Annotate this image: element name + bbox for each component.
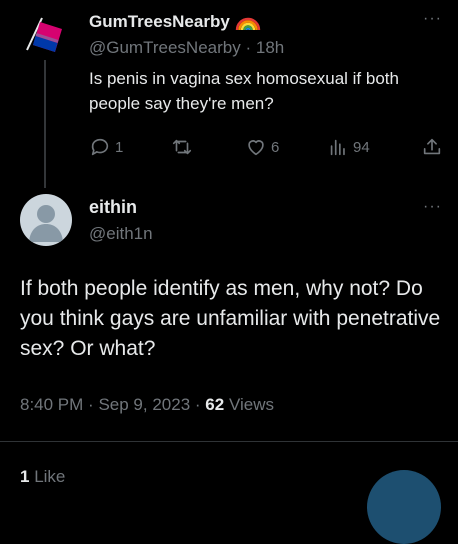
- retweet-button[interactable]: [171, 136, 197, 158]
- likes-summary[interactable]: 1 Like: [20, 467, 65, 487]
- heart-icon: [248, 140, 264, 156]
- share-button[interactable]: [421, 136, 443, 158]
- parent-display-name[interactable]: GumTreesNearby: [89, 12, 230, 32]
- parent-tweet[interactable]: GumTreesNearby ··· @GumTreesNearby · 18h…: [0, 0, 458, 190]
- views-button[interactable]: 94: [327, 136, 370, 158]
- views-count: 94: [353, 138, 370, 156]
- tweet-text: If both people identify as men, why not?…: [20, 277, 441, 360]
- tweet-time[interactable]: 8:40 PM: [20, 395, 83, 414]
- like-button[interactable]: 6: [245, 136, 279, 158]
- reply-button[interactable]: 1: [89, 136, 123, 158]
- author-handle[interactable]: @eith1n: [89, 224, 153, 244]
- likes-label: Like: [34, 467, 66, 486]
- compose-button[interactable]: [367, 470, 441, 544]
- views-total: 62: [205, 395, 225, 414]
- more-options-icon[interactable]: ···: [423, 10, 442, 28]
- author-display-name[interactable]: eithin: [89, 197, 137, 218]
- parent-time[interactable]: 18h: [256, 38, 284, 57]
- like-count: 6: [271, 138, 280, 156]
- share-icon: [423, 138, 441, 155]
- reply-count: 1: [115, 138, 124, 156]
- likes-total: 1: [20, 467, 30, 486]
- reply-icon: [91, 138, 109, 156]
- bi-flag-avatar[interactable]: [22, 12, 66, 56]
- rainbow-icon: [235, 17, 260, 31]
- default-avatar[interactable]: [20, 194, 72, 246]
- tweet-date[interactable]: Sep 9, 2023: [98, 395, 190, 414]
- separator: ·: [245, 38, 252, 57]
- separator: ·: [88, 395, 94, 414]
- separator: ·: [194, 395, 201, 414]
- parent-tweet-text: Is penis in vagina sex homosexual if bot…: [89, 69, 399, 113]
- tweet-meta: 8:40 PM · Sep 9, 2023 · 62 Views: [20, 395, 274, 415]
- divider: [0, 441, 458, 442]
- thread-line: [44, 60, 46, 188]
- views-chart-icon: [330, 139, 345, 156]
- parent-handle[interactable]: @GumTreesNearby: [89, 38, 241, 57]
- action-bar: 1 6 94: [89, 136, 445, 162]
- views-label: Views: [228, 395, 274, 414]
- retweet-icon: [172, 139, 192, 155]
- more-options-icon[interactable]: ···: [423, 198, 442, 216]
